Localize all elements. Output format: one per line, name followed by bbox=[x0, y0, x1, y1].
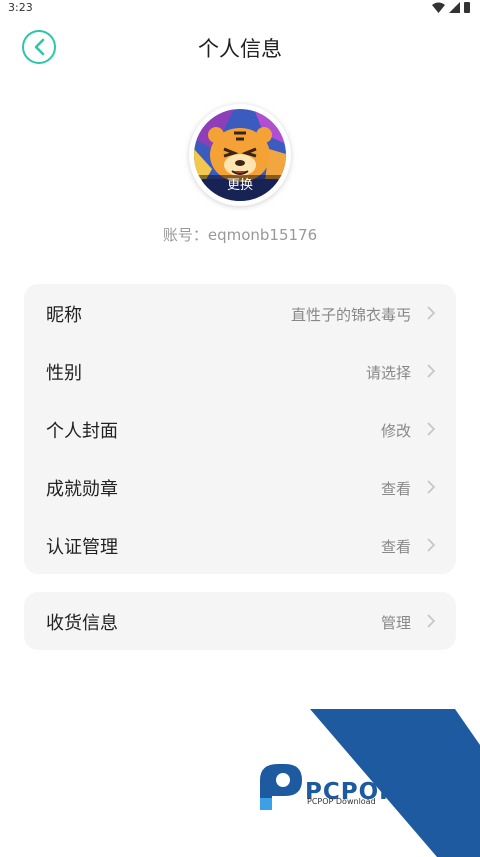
gender-row[interactable]: 性别 请选择 bbox=[24, 342, 456, 400]
page-title: 个人信息 bbox=[198, 37, 282, 61]
pcpop-logo-icon bbox=[260, 764, 302, 810]
change-avatar-label: 更换 bbox=[194, 175, 286, 201]
shipping-card: 收货信息 管理 bbox=[24, 592, 456, 650]
signal-icon bbox=[449, 2, 460, 13]
profile-card: 昵称 直性子的锦衣毒丐 性别 请选择 个人封面 修改 成就勋章 查看 认证管理 … bbox=[24, 284, 456, 574]
row-value: 修改 bbox=[380, 422, 411, 440]
row-value: 请选择 bbox=[365, 364, 411, 382]
row-value: 查看 bbox=[380, 538, 411, 556]
row-label: 个人封面 bbox=[46, 421, 118, 442]
row-label: 昵称 bbox=[46, 305, 82, 326]
battery-icon bbox=[464, 2, 470, 13]
chevron-right-icon bbox=[426, 538, 436, 552]
nickname-row[interactable]: 昵称 直性子的锦衣毒丐 bbox=[24, 284, 456, 342]
row-label: 成就勋章 bbox=[46, 479, 118, 500]
row-label: 收货信息 bbox=[46, 613, 118, 634]
row-label: 认证管理 bbox=[46, 537, 118, 558]
row-label: 性别 bbox=[46, 363, 82, 384]
cover-row[interactable]: 个人封面 修改 bbox=[24, 400, 456, 458]
header: 个人信息 bbox=[0, 26, 480, 70]
status-bar: 3:23 bbox=[0, 0, 480, 16]
medals-row[interactable]: 成就勋章 查看 bbox=[24, 458, 456, 516]
avatar: 更换 bbox=[194, 109, 286, 201]
watermark-sub: PCPOP Download bbox=[307, 797, 376, 806]
account-label: 账号： bbox=[162, 226, 208, 244]
account-value: eqmonb15176 bbox=[207, 226, 318, 244]
chevron-right-icon bbox=[426, 480, 436, 494]
shipping-row[interactable]: 收货信息 管理 bbox=[24, 592, 456, 650]
row-value: 查看 bbox=[380, 480, 411, 498]
wifi-icon bbox=[432, 2, 445, 13]
chevron-right-icon bbox=[426, 364, 436, 378]
row-value: 管理 bbox=[380, 614, 411, 632]
chevron-right-icon bbox=[426, 614, 436, 628]
verification-row[interactable]: 认证管理 查看 bbox=[24, 516, 456, 574]
status-icons bbox=[432, 2, 470, 13]
status-time: 3:23 bbox=[8, 1, 33, 14]
avatar-button[interactable]: 更换 bbox=[189, 104, 291, 206]
row-value: 直性子的锦衣毒丐 bbox=[290, 306, 411, 324]
chevron-right-icon bbox=[426, 306, 436, 320]
account-line: 账号：eqmonb15176 bbox=[0, 224, 480, 245]
chevron-right-icon bbox=[426, 422, 436, 436]
